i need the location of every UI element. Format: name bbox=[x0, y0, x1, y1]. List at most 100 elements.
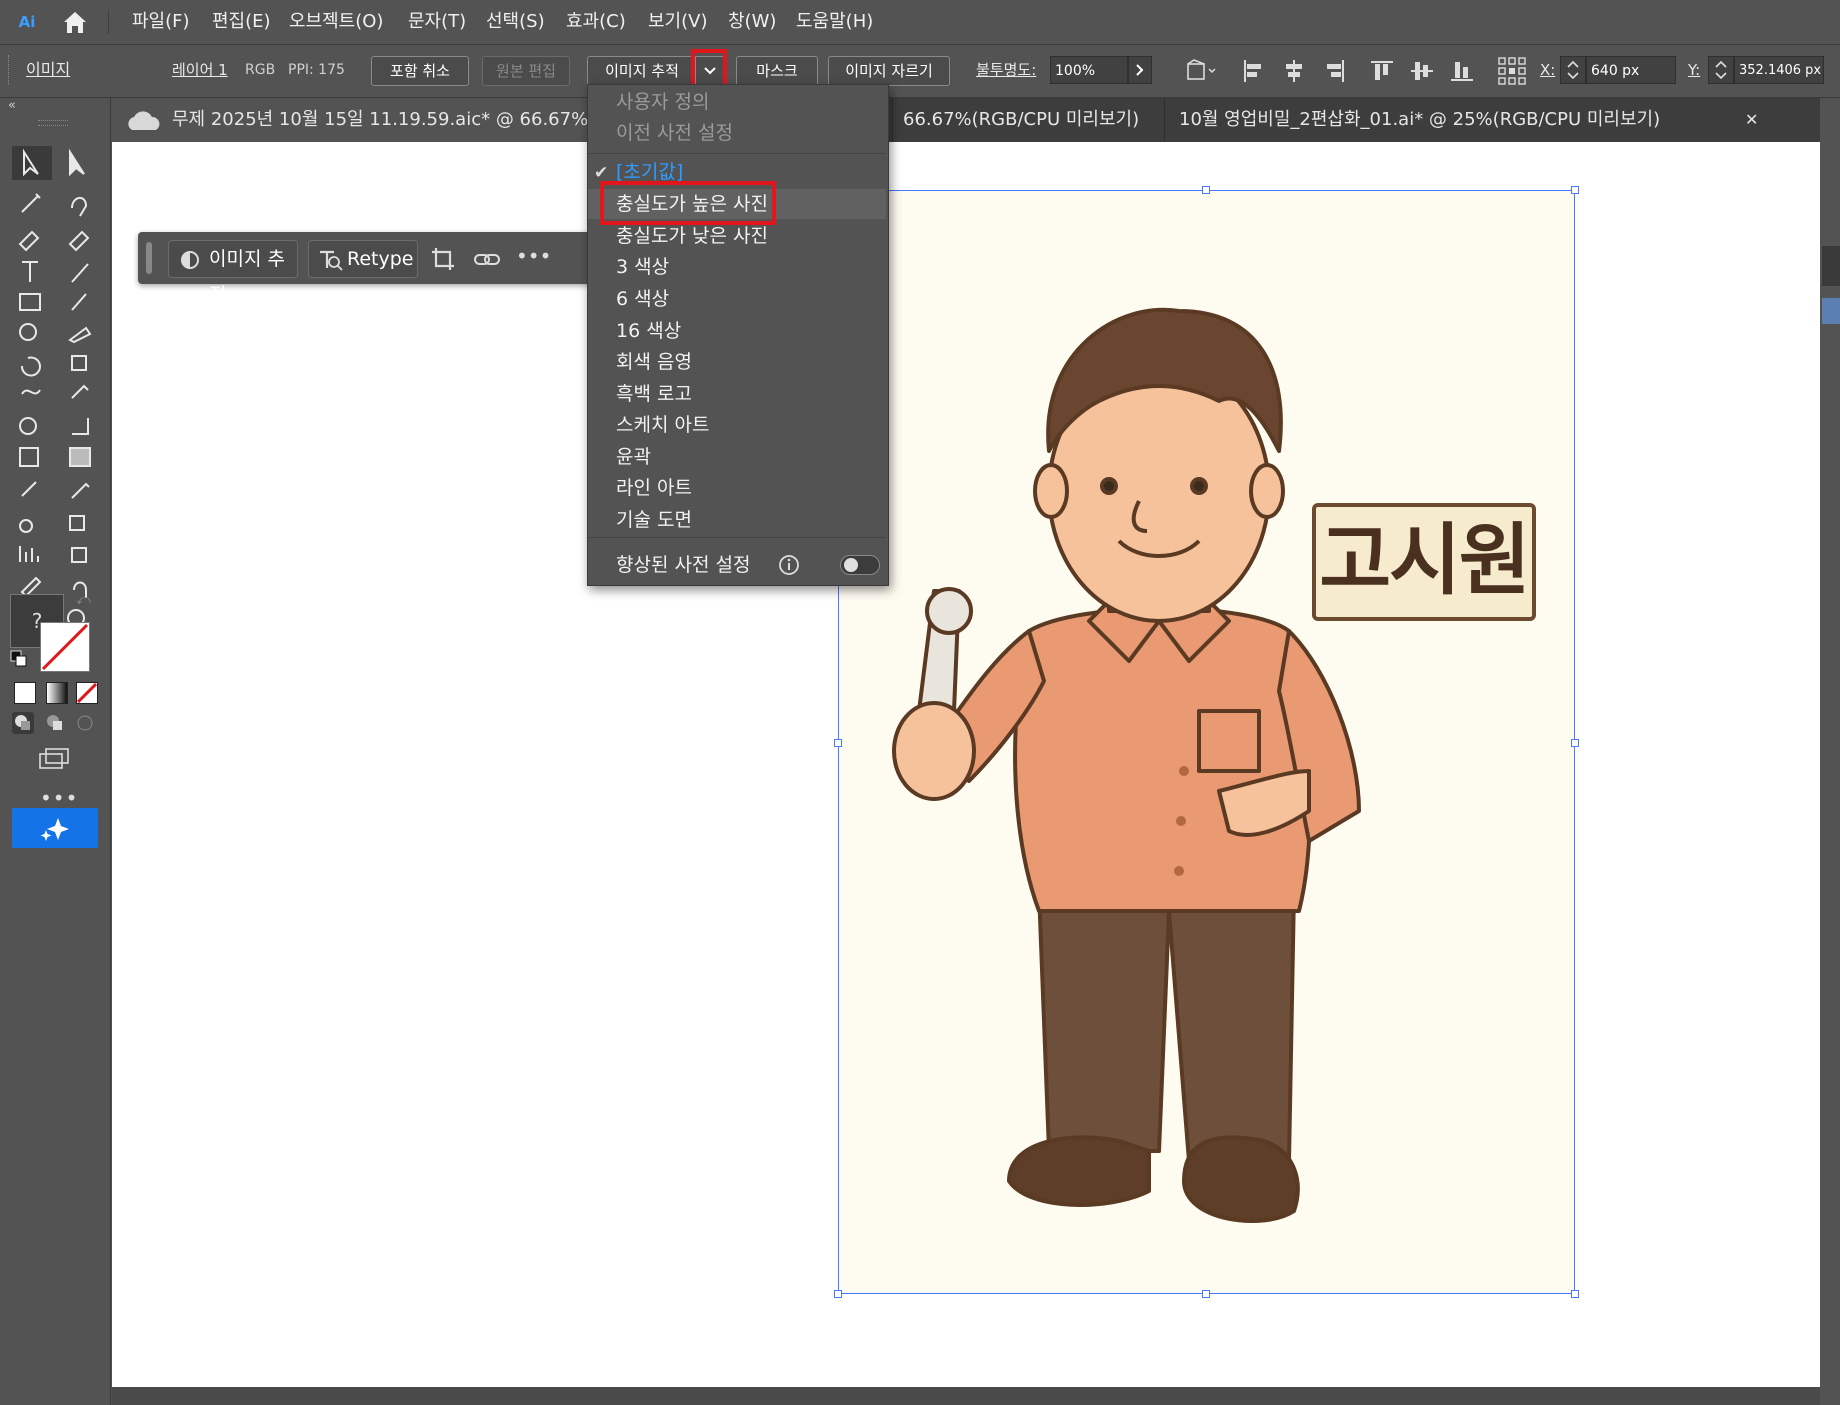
panel-tab[interactable] bbox=[1822, 246, 1840, 286]
y-label: Y: bbox=[1688, 61, 1701, 79]
panel-grip[interactable] bbox=[38, 120, 68, 126]
x-stepper-icon[interactable] bbox=[1560, 56, 1586, 84]
highlight-box-preset bbox=[600, 181, 776, 225]
swap-colors-icon[interactable]: ⤺ bbox=[76, 592, 94, 608]
preset-technical-drawing[interactable]: 기술 도면 bbox=[588, 505, 886, 535]
selection-handle[interactable] bbox=[1571, 739, 1579, 747]
align-bottom-icon[interactable] bbox=[1448, 57, 1476, 85]
default-colors-icon[interactable] bbox=[10, 650, 27, 667]
preset-previous: 이전 사전 설정 bbox=[616, 122, 733, 144]
align-left-icon[interactable] bbox=[1240, 57, 1268, 85]
preset-grayscale[interactable]: 회색 음영 bbox=[588, 347, 886, 377]
reference-point-icon[interactable] bbox=[1496, 55, 1528, 87]
menu-file[interactable]: 파일(F) bbox=[126, 8, 196, 36]
task-image-trace-button[interactable]: 이미지 추적 bbox=[168, 240, 298, 306]
sparkle-icon bbox=[40, 818, 69, 841]
toggle-knob bbox=[844, 558, 858, 572]
y-stepper-icon[interactable] bbox=[1708, 56, 1734, 84]
retype-icon bbox=[320, 250, 343, 271]
selection-handle[interactable] bbox=[1202, 186, 1210, 194]
crop-image-button[interactable]: 이미지 자르기 bbox=[828, 56, 950, 86]
generative-ai-button[interactable] bbox=[12, 808, 98, 848]
embed-cancel-button[interactable]: 포함 취소 bbox=[371, 56, 469, 86]
grip-handle[interactable] bbox=[8, 55, 12, 85]
task-image-trace-label: 이미지 추적 bbox=[209, 248, 285, 306]
menu-effect[interactable]: 효과(C) bbox=[560, 8, 632, 36]
preset-silhouettes[interactable]: 윤곽 bbox=[588, 442, 886, 472]
preset-black-white-logo[interactable]: 흑백 로고 bbox=[588, 379, 886, 409]
link-icon[interactable] bbox=[472, 246, 502, 272]
crop-icon[interactable] bbox=[430, 246, 456, 272]
selection-handle[interactable] bbox=[834, 739, 842, 747]
stroke-swatch[interactable] bbox=[40, 622, 90, 672]
align-horizontal-center-icon[interactable] bbox=[1280, 57, 1308, 85]
preset-16-colors[interactable]: 16 색상 bbox=[588, 316, 886, 346]
menu-divider bbox=[588, 153, 886, 154]
menu-divider bbox=[108, 10, 109, 34]
image-trace-button[interactable]: 이미지 추적 bbox=[587, 56, 696, 86]
gradient-mode-icon[interactable] bbox=[46, 682, 68, 704]
y-input[interactable]: 352.1406 px bbox=[1734, 56, 1824, 84]
layer-name[interactable]: 레이어 1 bbox=[172, 59, 228, 81]
transform-icon[interactable] bbox=[1184, 57, 1220, 85]
menu-select[interactable]: 선택(S) bbox=[480, 8, 551, 36]
tab-document-3[interactable]: 10월 영업비밀_2편삽화_01.ai* @ 25%(RGB/CPU 미리보기)… bbox=[1164, 98, 1805, 142]
none-mode-icon[interactable] bbox=[76, 682, 98, 704]
retype-label: Retype bbox=[347, 248, 414, 270]
placed-image[interactable] bbox=[838, 190, 1575, 1294]
document-tabs: 무제 2025년 10월 15일 11.19.59.aic* @ 66.67%(… bbox=[112, 98, 1840, 142]
edit-original-button[interactable]: 원본 편집 bbox=[482, 56, 570, 86]
screen-mode-icon[interactable] bbox=[38, 746, 72, 772]
task-bar-grip[interactable] bbox=[146, 242, 152, 274]
opacity-input[interactable]: 100% bbox=[1050, 56, 1128, 84]
selection-handle[interactable] bbox=[834, 1290, 842, 1298]
selection-handle[interactable] bbox=[1571, 1290, 1579, 1298]
preset-custom: 사용자 정의 bbox=[616, 91, 710, 113]
selection-handle[interactable] bbox=[1571, 186, 1579, 194]
menu-object[interactable]: 오브젝트(O) bbox=[283, 8, 389, 36]
more-options-icon[interactable]: ••• bbox=[516, 244, 551, 268]
align-vertical-center-icon[interactable] bbox=[1408, 57, 1436, 85]
preset-sketched-art[interactable]: 스케치 아트 bbox=[588, 410, 886, 440]
tab-document-1[interactable]: 무제 2025년 10월 15일 11.19.59.aic* @ 66.67%(… bbox=[112, 98, 608, 142]
tab-label: 66.67%(RGB/CPU 미리보기) bbox=[903, 109, 1140, 130]
menu-help[interactable]: 도움말(H) bbox=[790, 8, 879, 36]
selection-handle[interactable] bbox=[1202, 1290, 1210, 1298]
preset-3-colors[interactable]: 3 색상 bbox=[588, 252, 886, 282]
preset-line-art[interactable]: 라인 아트 bbox=[588, 473, 886, 503]
status-bar bbox=[112, 1387, 1820, 1405]
x-input[interactable]: 640 px bbox=[1586, 56, 1676, 84]
draw-normal-icon[interactable] bbox=[12, 712, 34, 734]
sign-board: 고시원 bbox=[1312, 503, 1536, 621]
color-mode-icon[interactable] bbox=[14, 682, 36, 704]
panel-collapse-icon[interactable] bbox=[1822, 298, 1840, 324]
tab-label: 10월 영업비밀_2편삽화_01.ai* @ 25%(RGB/CPU 미리보기) bbox=[1179, 109, 1661, 130]
info-icon[interactable] bbox=[778, 554, 800, 576]
draw-inside-icon[interactable] bbox=[74, 712, 96, 734]
x-label: X: bbox=[1540, 61, 1556, 79]
collapse-panel-icon[interactable]: « bbox=[8, 98, 16, 113]
menu-edit[interactable]: 편집(E) bbox=[206, 8, 277, 36]
color-mode: RGB bbox=[245, 62, 276, 78]
close-icon[interactable]: ✕ bbox=[1745, 98, 1758, 142]
opacity-label[interactable]: 불투명도: bbox=[976, 59, 1036, 81]
menu-type[interactable]: 문자(T) bbox=[402, 8, 472, 36]
home-icon[interactable] bbox=[58, 8, 92, 36]
object-type-label[interactable]: 이미지 bbox=[26, 59, 70, 81]
align-top-icon[interactable] bbox=[1368, 57, 1396, 85]
more-tools-icon[interactable]: ••• bbox=[40, 786, 78, 810]
tab-document-2[interactable]: 66.67%(RGB/CPU 미리보기) ✕ bbox=[892, 98, 1203, 142]
control-bar: 이미지 레이어 1 RGB PPI: 175 포함 취소 원본 편집 이미지 추… bbox=[0, 45, 1840, 98]
app-logo: Ai bbox=[18, 13, 36, 31]
opacity-chevron-right-icon[interactable] bbox=[1128, 56, 1152, 84]
align-right-icon[interactable] bbox=[1320, 57, 1348, 85]
menu-view[interactable]: 보기(V) bbox=[642, 8, 713, 36]
mask-button[interactable]: 마스크 bbox=[736, 56, 818, 86]
preset-low-fidelity-photo[interactable]: 충실도가 낮은 사진 bbox=[588, 221, 886, 251]
menu-window[interactable]: 창(W) bbox=[722, 8, 782, 36]
enhanced-presets-toggle[interactable] bbox=[840, 555, 880, 575]
enhanced-presets-label: 향상된 사전 설정 bbox=[616, 554, 751, 576]
draw-behind-icon[interactable] bbox=[44, 712, 66, 734]
preset-6-colors[interactable]: 6 색상 bbox=[588, 284, 886, 314]
retype-button[interactable]: Retype bbox=[308, 240, 418, 278]
